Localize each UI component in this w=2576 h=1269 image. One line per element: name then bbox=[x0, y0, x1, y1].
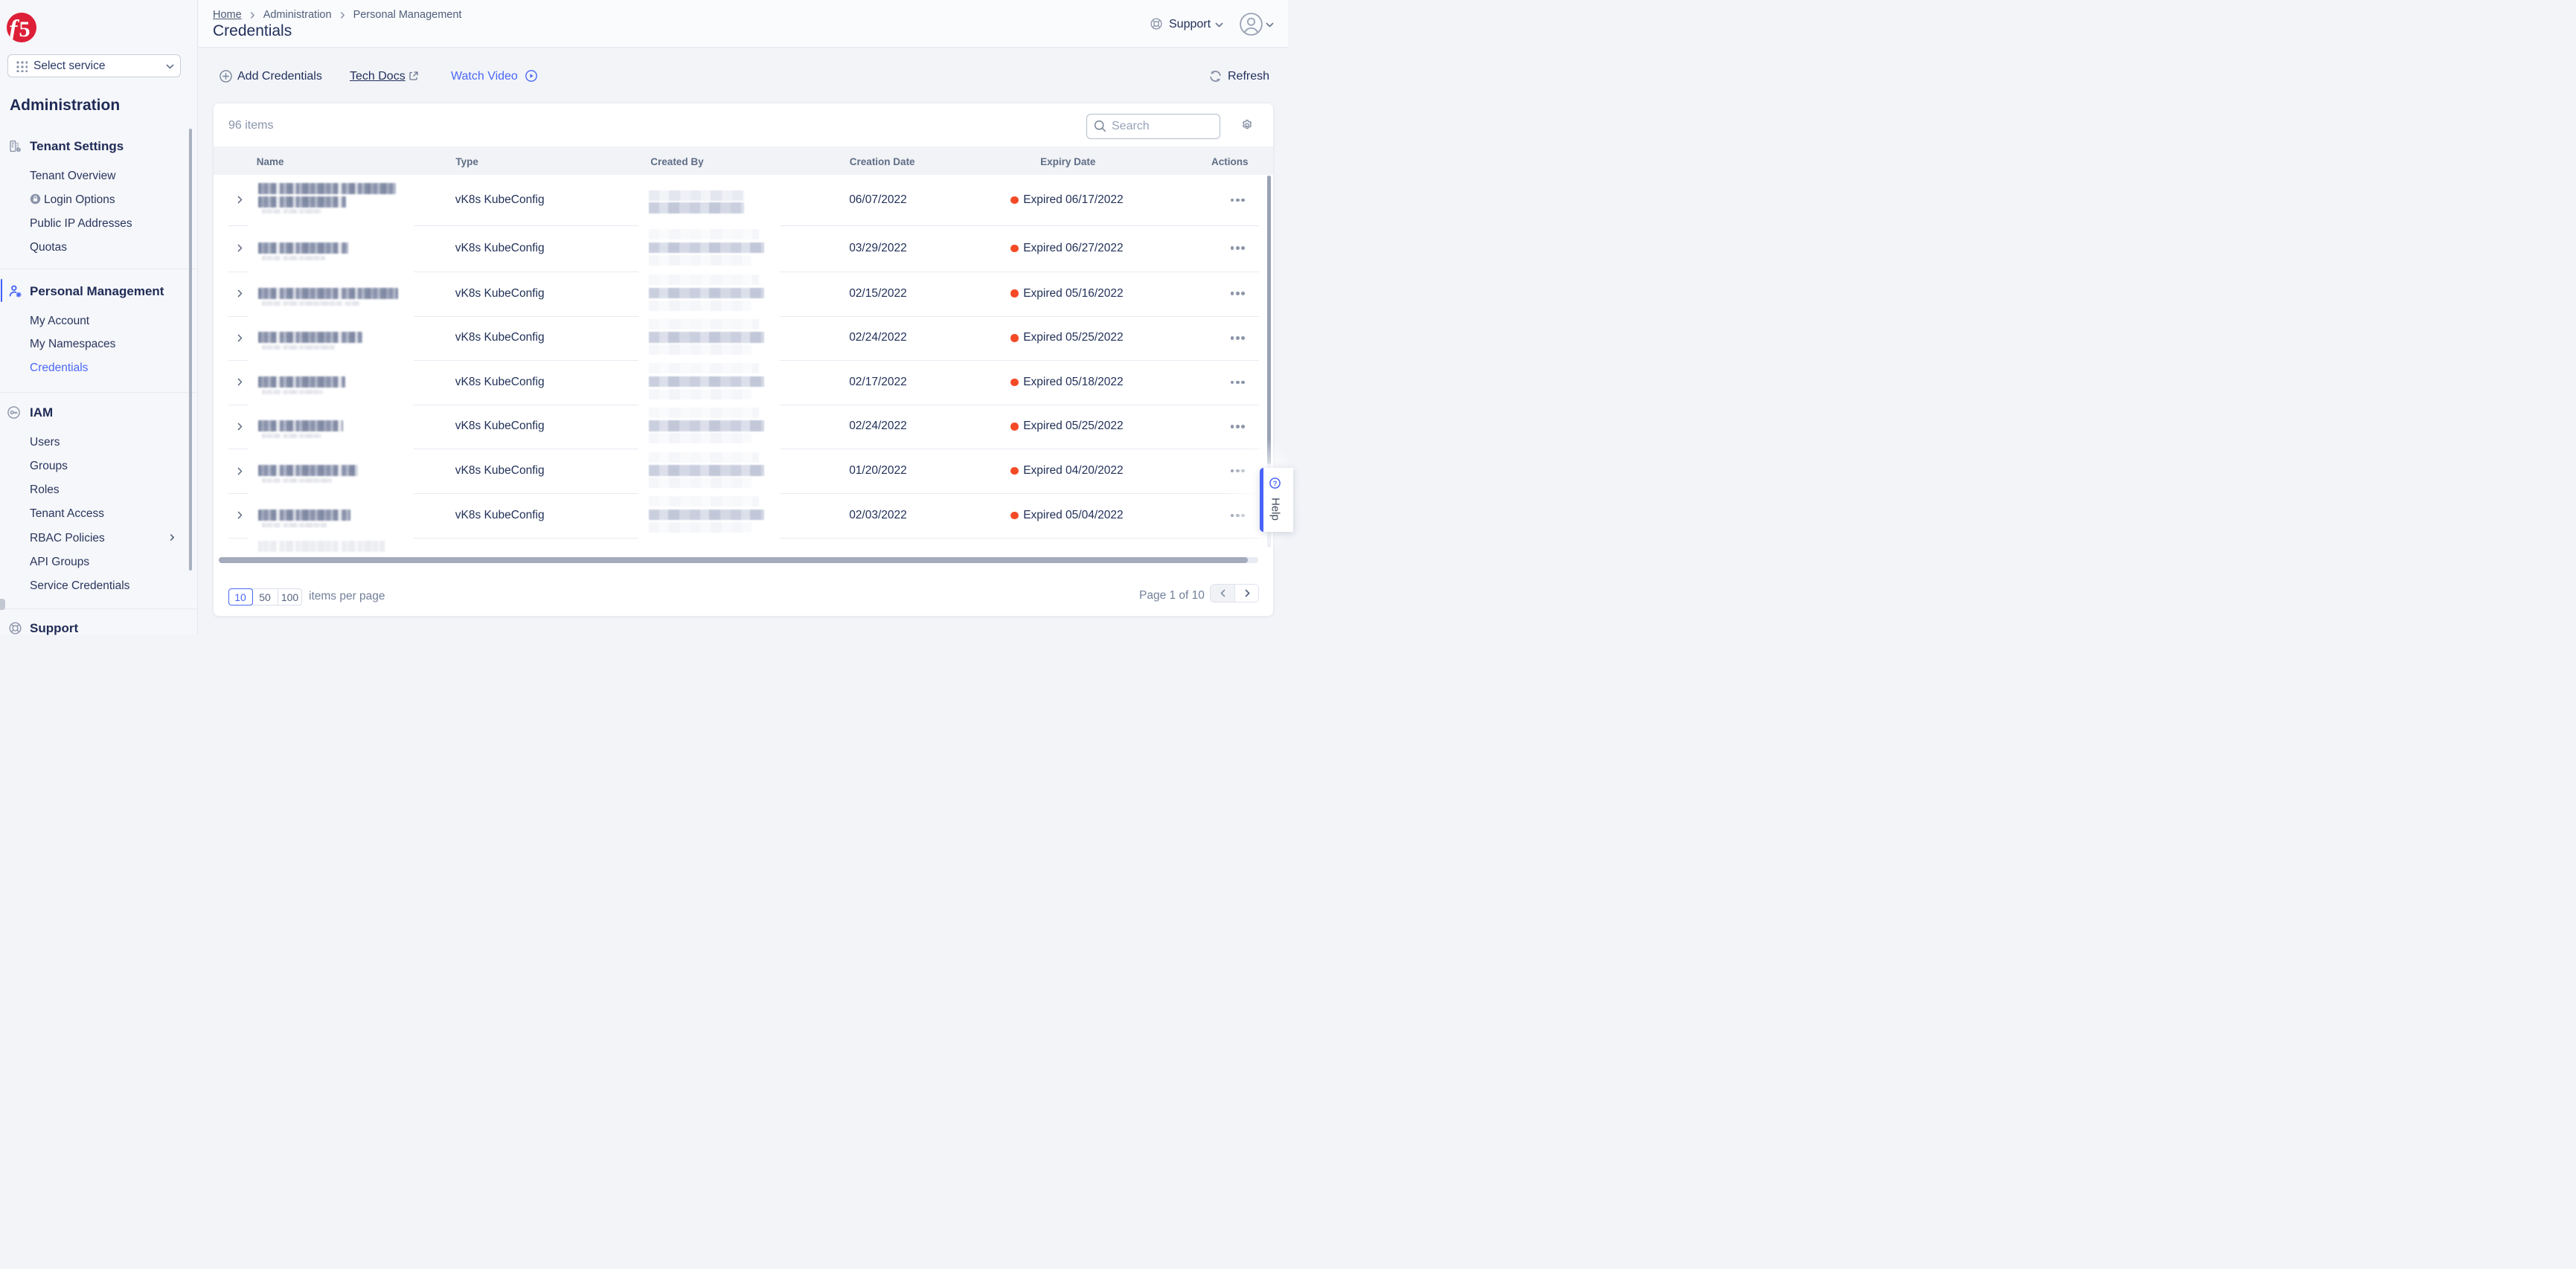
svg-text:?: ? bbox=[1273, 479, 1278, 487]
svg-text:5: 5 bbox=[19, 17, 31, 42]
